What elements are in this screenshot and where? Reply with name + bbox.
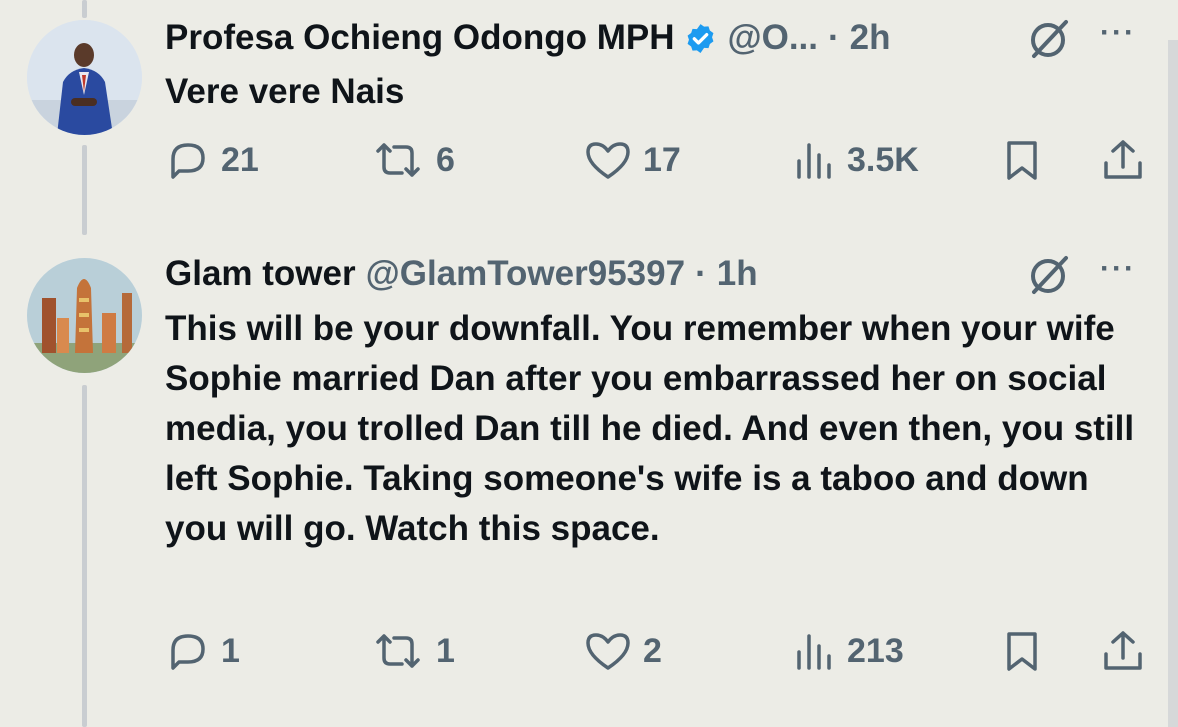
views-icon [797,634,831,670]
bookmark-icon [1007,632,1037,671]
share-button[interactable] [1100,628,1146,674]
share-icon [1104,140,1142,179]
tweet-text: This will be your downfall. You remember… [165,309,1135,548]
avatar-image [27,20,142,135]
avatar[interactable] [27,258,142,373]
thread-line-top [82,0,87,18]
author-handle[interactable]: @GlamTower95397 [366,254,685,294]
timestamp[interactable]: 2h [850,18,891,58]
grok-icon[interactable] [1026,16,1072,62]
views-icon [797,143,831,179]
like-button[interactable]: 2 [583,628,662,674]
thread-line-bottom [82,385,87,727]
more-icon[interactable]: ··· [1100,16,1136,50]
repost-count: 6 [436,140,455,179]
grok-icon[interactable] [1026,252,1072,298]
share-icon [1104,631,1142,670]
like-count: 2 [643,631,662,670]
bookmark-button[interactable] [1000,628,1044,674]
reply-icon [171,143,205,179]
action-bar: 21 6 17 3.5K [165,135,1155,185]
tweet-header: Glam tower @GlamTower95397 · 1h [165,254,758,294]
timestamp[interactable]: 1h [717,254,758,294]
author-name[interactable]: Glam tower [165,254,356,294]
reply-icon [171,634,205,670]
avatar[interactable] [27,20,142,135]
view-count: 213 [847,631,904,670]
more-icon[interactable]: ··· [1100,252,1136,286]
bookmark-icon [1007,141,1037,180]
bookmark-button[interactable] [1000,137,1044,183]
tweet-text: Vere vere Nais [165,72,405,111]
repost-icon [376,634,420,668]
separator-dot: · [828,18,840,57]
verified-badge-icon [688,23,714,53]
like-icon [586,142,630,179]
repost-button[interactable]: 6 [370,137,455,183]
repost-icon [376,143,420,177]
thread-line-middle [82,145,87,235]
tweet-header: Profesa Ochieng Odongo MPH @O... · 2h [165,18,891,58]
reply-count: 1 [221,631,240,670]
like-icon [586,633,630,670]
author-name[interactable]: Profesa Ochieng Odongo MPH [165,18,674,58]
reply-count: 21 [221,140,259,179]
like-count: 17 [643,140,681,179]
repost-count: 1 [436,631,455,670]
reply-button[interactable]: 1 [165,628,240,674]
scrollbar[interactable] [1168,40,1178,727]
like-button[interactable]: 17 [583,137,681,183]
views-button[interactable]: 213 [793,628,904,674]
repost-button[interactable]: 1 [370,628,455,674]
avatar-image [27,258,142,373]
views-button[interactable]: 3.5K [793,137,919,183]
author-handle[interactable]: @O... [727,18,818,58]
view-count: 3.5K [847,140,919,179]
share-button[interactable] [1100,137,1146,183]
action-bar: 1 1 2 213 [165,626,1155,676]
reply-button[interactable]: 21 [165,137,259,183]
separator-dot: · [695,254,707,293]
